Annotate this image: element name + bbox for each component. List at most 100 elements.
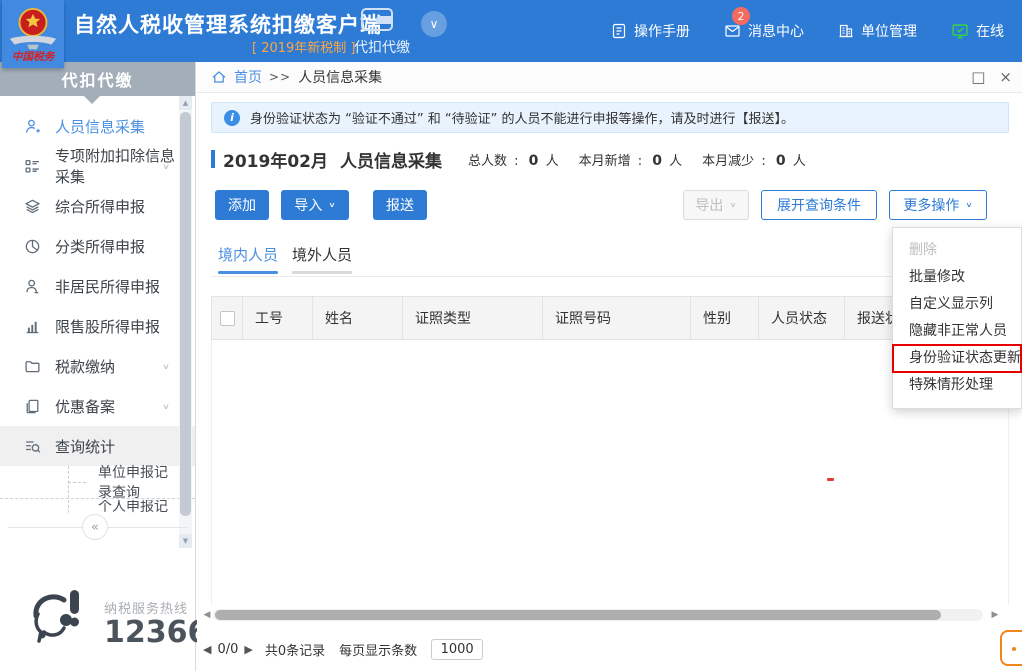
stat-separator: : <box>514 154 518 169</box>
menu-item-hide-abnormal[interactable]: 隐藏非正常人员 <box>893 318 1021 345</box>
toolbar: 添加 导入 ∨ 报送 导出 ∨ 展开查询条件 更多操作 ∨ <box>211 190 1009 220</box>
online-monitor-icon <box>951 23 969 40</box>
sidebar-item-label: 综合所得申报 <box>55 196 145 217</box>
breadcrumb: 首页 >> 人员信息采集 <box>211 67 382 87</box>
pages-icon <box>24 398 41 415</box>
nav-manual[interactable]: 操作手册 <box>611 21 690 41</box>
chevron-down-icon: ∨ <box>162 401 170 410</box>
app-title: 自然人税收管理系统扣缴客户端 <box>74 9 382 39</box>
sidebar-item-nonresident-income[interactable]: 非居民所得申报 <box>0 266 180 306</box>
horizontal-scrollbar: ◀ ▶ <box>201 608 1001 622</box>
period-label: 2019年02月 <box>223 147 328 172</box>
more-operations-menu: 删除 批量修改 自定义显示列 隐藏非正常人员 身份验证状态更新 特殊情形处理 <box>892 227 1022 409</box>
more-operations-label: 更多操作 <box>903 195 959 215</box>
person-add-icon <box>24 118 41 135</box>
export-button[interactable]: 导出 ∨ <box>683 190 749 220</box>
scrollbar-track[interactable] <box>213 609 983 621</box>
stat-separator: : <box>761 154 765 169</box>
sidebar-subitem-clipped[interactable]: 个人申报记录查询 <box>0 500 180 514</box>
tab-domestic-personnel[interactable]: 境内人员 <box>217 244 279 274</box>
per-page-input[interactable] <box>431 639 483 660</box>
scrollbar-thumb[interactable] <box>215 610 941 620</box>
sidebar-item-classified-income[interactable]: 分类所得申报 <box>0 226 180 266</box>
menu-item-identity-verification-update[interactable]: 身份验证状态更新 <box>893 345 1021 372</box>
prev-page-icon[interactable]: ◀ <box>203 643 211 656</box>
tab-overseas-personnel[interactable]: 境外人员 <box>291 244 353 274</box>
menu-item-special-cases[interactable]: 特殊情形处理 <box>893 372 1021 399</box>
column-header-id-type[interactable]: 证照类型 <box>402 297 542 339</box>
sidebar-scrollbar[interactable]: ▲ ▼ <box>179 96 192 548</box>
stat-reduced: 本月减少 : 0 人 <box>702 150 806 169</box>
sidebar-item-personnel-info[interactable]: 人员信息采集 <box>0 106 180 146</box>
tab-active-underline <box>218 271 278 274</box>
red-mark-artifact <box>827 478 834 481</box>
menu-item-batch-modify[interactable]: 批量修改 <box>893 264 1021 291</box>
select-all-checkbox[interactable] <box>220 311 235 326</box>
close-icon[interactable]: × <box>999 70 1012 85</box>
submit-button[interactable]: 报送 <box>373 190 427 220</box>
message-count-badge: 2 <box>732 7 750 25</box>
scrollbar-thumb[interactable] <box>180 112 191 516</box>
scroll-left-arrow-icon[interactable]: ◀ <box>201 610 213 620</box>
tab-underline <box>292 271 352 274</box>
column-header-name[interactable]: 姓名 <box>312 297 402 339</box>
menu-item-delete[interactable]: 删除 <box>893 237 1021 264</box>
column-header-gender[interactable]: 性别 <box>690 297 758 339</box>
floating-orange-button-partial[interactable] <box>1000 630 1022 666</box>
stats-row: 总人数 : 0 人 本月新增 : 0 人 本月减少 : 0 人 <box>468 150 806 169</box>
scroll-down-arrow-icon[interactable]: ▼ <box>179 534 192 548</box>
nav-message-center[interactable]: 2 消息中心 <box>724 21 804 41</box>
folder-icon <box>24 358 41 375</box>
page-info: 0/0 <box>217 642 238 657</box>
sidebar-subitem-label: 单位申报记录查询 <box>98 462 180 502</box>
tree-line <box>68 500 69 514</box>
sidebar-item-comprehensive-income[interactable]: 综合所得申报 <box>0 186 180 226</box>
select-all-cell <box>212 297 242 339</box>
search-list-icon <box>24 438 41 455</box>
column-header-employee-id[interactable]: 工号 <box>242 297 312 339</box>
column-header-person-status[interactable]: 人员状态 <box>758 297 844 339</box>
notice-banner: i 身份验证状态为 “验证不通过” 和 “待验证” 的人员不能进行申报等操作，请… <box>211 102 1009 133</box>
sidebar-item-query-statistics[interactable]: 查询统计 ∨ <box>0 426 195 466</box>
window-controls: □ × <box>971 62 1012 93</box>
top-nav: 操作手册 2 消息中心 单位管理 <box>611 0 1004 62</box>
breadcrumb-bar: 首页 >> 人员信息采集 □ × <box>197 62 1022 93</box>
sidebar-item-tax-payment[interactable]: 税款缴纳 ∨ <box>0 346 180 386</box>
module-switch-button[interactable]: ∨ <box>421 11 447 37</box>
sidebar-item-special-deduction[interactable]: 专项附加扣除信息采集 ∨ <box>0 146 180 186</box>
sidebar-collapse-button[interactable]: « <box>82 514 108 540</box>
envelope-icon <box>724 23 741 39</box>
sidebar-item-label: 查询统计 <box>55 436 115 457</box>
person-tabs: 境内人员 境外人员 <box>211 240 1009 277</box>
bar-chart-icon <box>24 318 41 335</box>
stat-unit: 人 <box>546 154 559 169</box>
sidebar-item-preferential-filing[interactable]: 优惠备案 ∨ <box>0 386 180 426</box>
scroll-right-arrow-icon[interactable]: ▶ <box>989 610 1001 620</box>
nav-unit-management[interactable]: 单位管理 <box>838 21 917 41</box>
nav-online-status[interactable]: 在线 <box>951 21 1004 41</box>
chevron-down-icon: ∨ <box>729 201 736 209</box>
title-accent-bar <box>211 150 215 168</box>
app-window: 中国税务 自然人税收管理系统扣缴客户端 [ 2019年新税制 ] 代扣代缴 ∨ … <box>0 0 1022 671</box>
breadcrumb-home[interactable]: 首页 <box>234 67 262 87</box>
orange-dot <box>1012 647 1016 651</box>
sidebar-subitem-unit-declaration-query[interactable]: 单位申报记录查询 <box>0 466 180 498</box>
section-title: 人员信息采集 <box>340 147 442 172</box>
add-button[interactable]: 添加 <box>215 190 269 220</box>
more-operations-button[interactable]: 更多操作 ∨ <box>889 190 987 220</box>
scroll-up-arrow-icon[interactable]: ▲ <box>179 96 192 110</box>
next-page-icon[interactable]: ▶ <box>244 643 252 656</box>
sidebar-item-restricted-shares[interactable]: 限售股所得申报 <box>0 306 180 346</box>
menu-item-customize-columns[interactable]: 自定义显示列 <box>893 291 1021 318</box>
chevron-down-icon: ∨ <box>162 361 170 370</box>
expand-query-button[interactable]: 展开查询条件 <box>761 190 877 220</box>
stat-label: 本月新增 <box>579 154 631 169</box>
layers-icon <box>24 198 41 215</box>
stat-total: 总人数 : 0 人 <box>468 150 559 169</box>
maximize-icon[interactable]: □ <box>971 70 985 85</box>
chevron-down-icon: ∨ <box>965 201 972 209</box>
tax-regime-label: [ 2019年新税制 ] <box>252 37 356 56</box>
hotline-headset-icon <box>24 584 86 652</box>
column-header-id-number[interactable]: 证照号码 <box>542 297 690 339</box>
import-button[interactable]: 导入 ∨ <box>281 190 349 220</box>
